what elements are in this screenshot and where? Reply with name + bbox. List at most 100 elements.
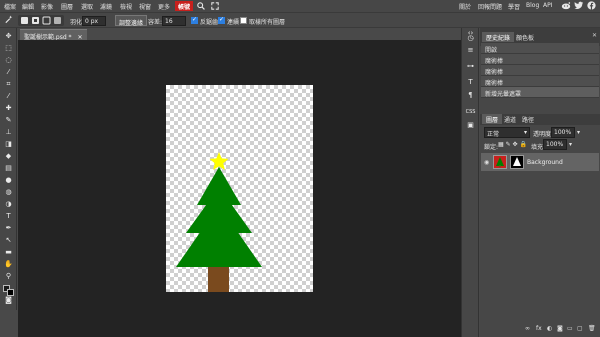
anti-alias-label: 反鋸齒 — [200, 19, 219, 26]
layer-mask-icon[interactable]: ◙ — [557, 325, 563, 332]
magic-wand-tool-icon[interactable] — [5, 15, 13, 26]
menu-item-file[interactable]: 檔案 — [4, 2, 16, 11]
history-entry[interactable]: 開啟 — [481, 43, 599, 54]
chevron-down-icon: ▾ — [523, 129, 527, 136]
menu-item-view[interactable]: 檢視 — [120, 2, 132, 11]
type-tool-icon[interactable]: T — [3, 212, 14, 221]
layer-row[interactable]: ◉ Background — [481, 153, 599, 171]
spot-heal-tool-icon[interactable]: ✚ — [3, 104, 14, 113]
sample-all-layers-checkbox[interactable] — [240, 17, 247, 24]
fill-tool-icon[interactable]: ◆ — [3, 152, 14, 161]
layer-mask-thumbnail — [510, 155, 524, 169]
selection-mode-group — [18, 15, 64, 26]
tab-swatches[interactable]: 顏色板 — [512, 32, 538, 42]
menu-item-window[interactable]: 視窗 — [139, 2, 151, 11]
reddit-icon[interactable] — [561, 1, 571, 12]
menu-bar: 檔案 編輯 影像 圖層 選取 濾鏡 檢視 視窗 更多 帳號 關於 回報問題 學習… — [0, 0, 600, 12]
fullscreen-icon[interactable] — [211, 2, 219, 12]
history-icon[interactable]: ◷ — [465, 33, 476, 44]
menu-item-edit[interactable]: 編輯 — [22, 2, 34, 11]
eye-icon[interactable]: ◉ — [484, 159, 489, 166]
magic-wand-icon[interactable]: ⁄ — [3, 68, 14, 77]
contiguous-label: 連續 — [227, 19, 240, 26]
tab-paths[interactable]: 路徑 — [518, 114, 538, 124]
clone-stamp-tool-icon[interactable]: ⊥ — [3, 128, 14, 137]
link-blog[interactable]: Blog — [526, 2, 539, 9]
panel-icon-column: ‹› ◷ ≡ ⊶ T ¶ CSS ▣ — [461, 28, 479, 337]
lasso-tool-icon[interactable]: ◌ — [3, 56, 14, 65]
lock-label: 鎖定: — [484, 144, 499, 151]
color-swatches[interactable] — [3, 285, 14, 296]
eyedropper-tool-icon[interactable]: ⁄ — [3, 92, 14, 101]
blur-tool-icon[interactable]: ● — [3, 176, 14, 185]
blend-mode-select[interactable]: 正常 ▾ — [484, 127, 530, 138]
anti-alias-checkbox[interactable] — [191, 16, 198, 24]
tolerance-label: 容差: — [148, 19, 163, 26]
menu-item-account[interactable]: 帳號 — [175, 1, 194, 11]
facebook-icon[interactable] — [587, 1, 596, 12]
opacity-chevron-icon[interactable]: ▾ — [577, 129, 580, 136]
link-learn[interactable]: 學習 — [508, 2, 520, 11]
contiguous-checkbox[interactable] — [218, 16, 225, 24]
type-settings-icon[interactable]: T — [465, 77, 476, 88]
sponge-tool-icon[interactable]: ◍ — [3, 188, 14, 197]
layer-name: Background — [527, 159, 563, 166]
new-layer-icon[interactable]: ▢ — [577, 325, 583, 332]
twitter-icon[interactable] — [574, 1, 584, 12]
tools-panel: ✥ ⬚ ◌ ⁄ ⌗ ⁄ ✚ ✎ ⊥ ◨ ◆ ▤ ● ◍ ◑ T ✒ ↖ ▬ ✋ … — [0, 28, 17, 310]
eraser-tool-icon[interactable]: ◨ — [3, 140, 14, 149]
menu-item-layer[interactable]: 圖層 — [61, 2, 73, 11]
history-entry[interactable]: 魔術棒 — [481, 76, 599, 87]
tab-layers[interactable]: 圖層 — [482, 114, 503, 124]
layers-panel-footer: ∞ fx ◐ ◙ ▭ ▢ 🗑 — [481, 325, 599, 335]
link-about[interactable]: 關於 — [459, 2, 471, 11]
adjustments-icon[interactable]: ⊶ — [465, 61, 476, 72]
crop-tool-icon[interactable]: ⌗ — [3, 80, 14, 89]
image-info-icon[interactable]: ▣ — [465, 120, 476, 131]
move-tool-icon[interactable]: ✥ — [3, 32, 14, 41]
marquee-tool-icon[interactable]: ⬚ — [3, 44, 14, 53]
menu-item-more[interactable]: 更多 — [158, 2, 170, 11]
history-entry[interactable]: 新增光暈遮罩 — [481, 87, 599, 98]
shape-tool-icon[interactable]: ▬ — [3, 248, 14, 257]
brush-tool-icon[interactable]: ✎ — [3, 116, 14, 125]
list-icon[interactable]: ≡ — [465, 45, 476, 56]
right-panels: 歷史紀錄 顏色板 ✕ 開啟 魔術棒 魔術棒 魔術棒 新增光暈遮罩 圖層 通道 路… — [480, 28, 600, 337]
fill-input[interactable]: 100% — [543, 139, 567, 150]
new-group-icon[interactable]: ▭ — [567, 325, 573, 332]
paragraph-icon[interactable]: ¶ — [465, 90, 476, 101]
delete-layer-icon[interactable]: 🗑 — [588, 325, 596, 332]
css-icon[interactable]: CSS — [465, 107, 476, 118]
history-entry[interactable]: 魔術棒 — [481, 54, 599, 65]
image-canvas[interactable] — [166, 85, 313, 292]
history-entry[interactable]: 魔術棒 — [481, 65, 599, 76]
gradient-tool-icon[interactable]: ▤ — [3, 164, 14, 173]
fill-chevron-icon[interactable]: ▾ — [569, 141, 572, 148]
tab-history[interactable]: 歷史紀錄 — [482, 32, 515, 42]
search-icon[interactable] — [197, 2, 205, 12]
zoom-tool-icon[interactable]: ⚲ — [3, 272, 14, 281]
adjustment-layer-icon[interactable]: ◐ — [547, 325, 552, 332]
options-bar: 羽化: 0 px 調整邊緣 容差: 16 反鋸齒 連續 取樣所有圖層 — [0, 12, 600, 28]
link-api[interactable]: API — [543, 2, 553, 9]
menu-item-filter[interactable]: 濾鏡 — [100, 2, 112, 11]
dodge-tool-icon[interactable]: ◑ — [3, 200, 14, 209]
background-color-swatch[interactable] — [7, 289, 14, 296]
lock-icons[interactable]: ▦ ✎ ✥ 🔒 — [498, 141, 527, 148]
document-tab[interactable]: 聖誕樹示範.psd * ✕ — [20, 29, 87, 41]
pen-tool-icon[interactable]: ✒ — [3, 224, 14, 233]
refine-edge-button[interactable]: 調整邊緣 — [115, 15, 148, 27]
layer-effects-icon[interactable]: fx — [536, 325, 542, 332]
tolerance-input[interactable]: 16 — [162, 16, 186, 26]
tab-channels[interactable]: 通道 — [500, 114, 520, 124]
menu-item-select[interactable]: 選取 — [81, 2, 93, 11]
hand-tool-icon[interactable]: ✋ — [3, 260, 14, 269]
menu-item-image[interactable]: 影像 — [41, 2, 53, 11]
quick-mask-icon[interactable]: ◙ — [3, 296, 14, 305]
opacity-input[interactable]: 100% — [551, 127, 575, 138]
link-layers-icon[interactable]: ∞ — [525, 325, 530, 332]
link-report-bug[interactable]: 回報問題 — [478, 2, 502, 11]
feather-input[interactable]: 0 px — [82, 16, 106, 26]
path-select-tool-icon[interactable]: ↖ — [3, 236, 14, 245]
history-panel-close-icon[interactable]: ✕ — [592, 32, 597, 39]
